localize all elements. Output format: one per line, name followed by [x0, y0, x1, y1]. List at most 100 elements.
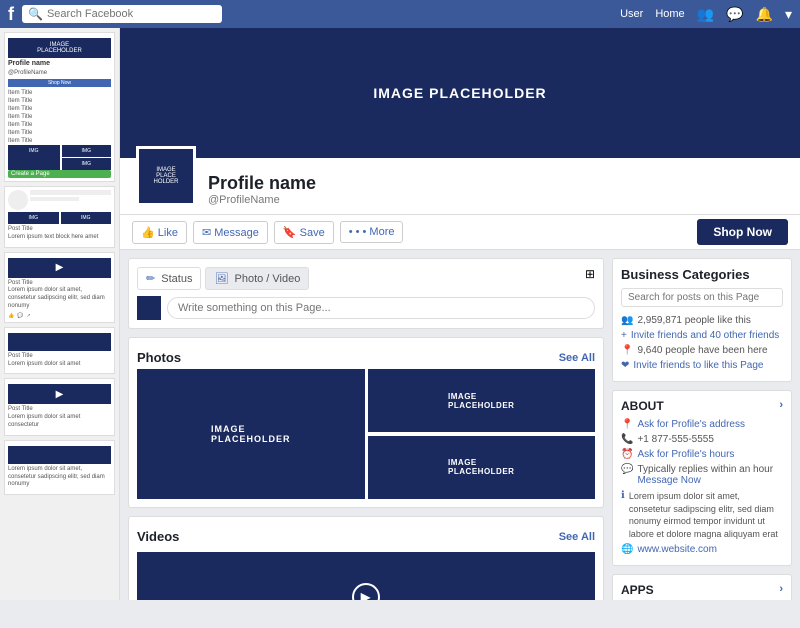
left-sidebar-thumbnails: IMAGEPLACEHOLDER Profile name @ProfileNa…	[0, 28, 120, 600]
address-icon: 📍	[621, 419, 633, 430]
thumb-placeholder-1: IMAGEPLACEHOLDER	[8, 38, 111, 58]
main-feed: ✏ Status 🖼 Photo / Video ⊞	[128, 258, 604, 600]
post-avatar	[137, 296, 161, 320]
more-button[interactable]: • • • More	[340, 221, 404, 243]
reply-text: Typically replies within an hour	[637, 464, 773, 475]
bell-icon[interactable]: 🔔	[756, 6, 773, 23]
invite-link[interactable]: Invite friends and 40 other friends	[631, 330, 779, 341]
photos-header: Photos See All	[137, 346, 595, 369]
status-icon: ✏	[146, 273, 155, 285]
search-input[interactable]	[47, 8, 216, 20]
thumb-img-sm-1: IMG	[8, 145, 60, 170]
invite-like-stat: ❤ Invite friends to like this Page	[621, 358, 783, 373]
center-panel: IMAGE PLACEHOLDER IMAGEPLACEHOLDER Profi…	[120, 28, 800, 600]
video-placeholder[interactable]: ▶	[137, 552, 595, 600]
photos-title: Photos	[137, 350, 181, 365]
profile-info: Profile name @ProfileName	[208, 173, 784, 206]
photo-sm-2[interactable]: IMAGEPLACEHOLDER	[368, 436, 596, 499]
play-icon: ▶	[352, 583, 380, 600]
description-text: Lorem ipsum dolor sit amet, consetetur s…	[629, 490, 783, 540]
business-categories-card: Business Categories 👥 2,959,871 people l…	[612, 258, 792, 382]
chat-icon[interactable]: 💬	[726, 6, 743, 23]
invite-icon: +	[621, 330, 627, 341]
thumbnail-post1[interactable]: Post TitleLorem ipsum dolor sit amet	[4, 327, 115, 375]
thumbnail-post3[interactable]: Lorem ipsum dolor sit amet, consetetur s…	[4, 440, 115, 495]
main-wrapper: IMAGEPLACEHOLDER Profile name @ProfileNa…	[0, 28, 800, 600]
user-label[interactable]: User	[620, 8, 643, 20]
invite-stat: + Invite friends and 40 other friends	[621, 328, 783, 343]
videos-header: Videos See All	[137, 525, 595, 548]
chevron-down-icon[interactable]: ▾	[785, 6, 792, 23]
people-icon: 👥	[621, 315, 633, 326]
reply-item: 💬 Typically replies within an hour Messa…	[621, 462, 783, 488]
page-search-input[interactable]	[621, 288, 783, 307]
post-tabs: ✏ Status 🖼 Photo / Video ⊞	[137, 267, 595, 290]
thumb-profile-name: Profile name	[8, 60, 111, 67]
address-item: 📍 Ask for Profile's address	[621, 417, 783, 432]
profile-name: Profile name	[208, 173, 784, 194]
map-icon: 📍	[621, 345, 633, 356]
globe-icon: 🌐	[621, 544, 633, 555]
invite-like-link[interactable]: Invite friends to like this Page	[633, 360, 763, 371]
been-here-stat: 📍 9,640 people have been here	[621, 343, 783, 358]
phone-number: +1 877-555-5555	[637, 434, 713, 445]
phone-icon: 📞	[621, 434, 633, 445]
photo-main[interactable]: IMAGEPLACEHOLDER	[137, 369, 365, 499]
home-label[interactable]: Home	[655, 8, 684, 20]
search-icon: 🔍	[28, 7, 43, 21]
apps-chevron[interactable]: ›	[779, 583, 783, 597]
thumbnail-post2[interactable]: ▶ Post TitleLorem ipsum dolor sit amet c…	[4, 378, 115, 435]
videos-section: Videos See All ▶	[128, 516, 604, 600]
website-link[interactable]: www.website.com	[637, 544, 716, 555]
photos-see-all[interactable]: See All	[559, 352, 595, 364]
heart-icon: ❤	[621, 360, 629, 371]
photo-sm-1[interactable]: IMAGEPLACEHOLDER	[368, 369, 596, 432]
thumb-post-img-1	[8, 333, 111, 351]
thumbnail-video[interactable]: ▶ Post TitleLorem ipsum dolor sit amet, …	[4, 252, 115, 323]
photos-section: Photos See All IMAGEPLACEHOLDER IMAGEPLA…	[128, 337, 604, 508]
thumb-shop-btn[interactable]: Shop Now	[8, 79, 111, 87]
shop-now-button[interactable]: Shop Now	[697, 219, 788, 245]
apps-title: APPS ›	[621, 583, 783, 597]
photo-video-tab-label: Photo / Video	[235, 273, 301, 285]
like-button[interactable]: 👍 Like	[132, 221, 187, 244]
profile-section: IMAGEPLACEHOLDER Profile name @ProfileNa…	[120, 158, 800, 215]
post-input-row	[137, 296, 595, 320]
nav-right: User Home 👥 💬 🔔 ▾	[620, 6, 792, 23]
chat-bubble-icon: 💬	[621, 464, 633, 475]
status-tab-label: Status	[161, 273, 192, 285]
thumbnail-feed[interactable]: IMG IMG Post TitleLorem ipsum text block…	[4, 186, 115, 248]
search-bar[interactable]: 🔍	[22, 5, 222, 23]
website-item: 🌐 www.website.com	[621, 542, 783, 557]
cover-photo: IMAGE PLACEHOLDER	[120, 28, 800, 158]
thumb-feed-img-2: IMG	[61, 212, 112, 224]
message-button[interactable]: ✉ Message	[193, 221, 268, 244]
photos-grid: IMAGEPLACEHOLDER IMAGEPLACEHOLDER IMAGEP…	[137, 369, 595, 499]
right-sidebar: Business Categories 👥 2,959,871 people l…	[612, 258, 792, 600]
address-link[interactable]: Ask for Profile's address	[637, 419, 745, 430]
videos-title: Videos	[137, 529, 179, 544]
status-tab[interactable]: ✏ Status	[137, 267, 201, 290]
top-navigation: f 🔍 User Home 👥 💬 🔔 ▾	[0, 0, 800, 28]
save-button[interactable]: 🔖 Save	[274, 221, 334, 244]
videos-see-all[interactable]: See All	[559, 531, 595, 543]
friends-icon[interactable]: 👥	[697, 6, 714, 23]
phone-item: 📞 +1 877-555-5555	[621, 432, 783, 447]
post-option-icon[interactable]: ⊞	[585, 267, 595, 290]
about-card: ABOUT › 📍 Ask for Profile's address 📞 +1…	[612, 390, 792, 566]
message-now-link[interactable]: Message Now	[637, 475, 700, 486]
thumbnail-profile[interactable]: IMAGEPLACEHOLDER Profile name @ProfileNa…	[4, 32, 115, 182]
profile-avatar: IMAGEPLACEHOLDER	[136, 146, 196, 206]
post-box: ✏ Status 🖼 Photo / Video ⊞	[128, 258, 604, 329]
thumb-post-img-2	[8, 446, 111, 464]
post-input[interactable]	[167, 297, 595, 319]
about-title: ABOUT ›	[621, 399, 783, 413]
photo-video-tab[interactable]: 🖼 Photo / Video	[205, 267, 309, 290]
thumb-avatar	[8, 190, 28, 210]
description-item: ℹ Lorem ipsum dolor sit amet, consetetur…	[621, 488, 783, 542]
info-icon: ℹ	[621, 490, 625, 501]
thumb-create-page-btn[interactable]: Create a Page	[8, 170, 111, 178]
hours-link[interactable]: Ask for Profile's hours	[637, 449, 734, 460]
about-chevron[interactable]: ›	[779, 399, 783, 413]
likes-stat: 👥 2,959,871 people like this	[621, 313, 783, 328]
